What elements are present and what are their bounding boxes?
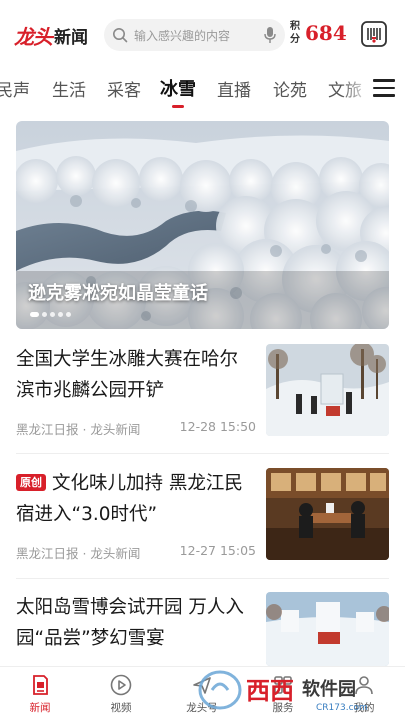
news-title: 全国大学生冰雕大赛在哈尔滨市兆麟公园开铲 xyxy=(16,344,256,406)
news-title-text: 太阳岛雪博会试开园 万人入园“品尝”梦幻雪宴 xyxy=(16,597,244,649)
news-source: 黑龙江日报 · 龙头新闻 xyxy=(16,422,141,437)
tab-shenghuo[interactable]: 生活 xyxy=(52,76,86,101)
news-meta: 黑龙江日报 · 龙头新闻 12-27 15:05 xyxy=(16,543,256,562)
search-placeholder: 输入感兴趣的内容 xyxy=(134,28,231,43)
tab-minsheng[interactable]: 民声 xyxy=(0,76,30,101)
news-time: 12-27 15:05 xyxy=(179,543,256,558)
news-time: 12-28 15:50 xyxy=(179,419,256,434)
logo-brand-mark: 龙头 xyxy=(14,24,53,49)
carousel-dot xyxy=(66,312,71,317)
nav-news[interactable]: 新闻 xyxy=(10,673,70,715)
hero-caption: 逊克雾凇宛如晶莹童话 xyxy=(28,283,208,304)
divider xyxy=(16,578,389,579)
search-input[interactable]: 输入感兴趣的内容 xyxy=(104,19,285,51)
news-title-text: 文化味儿加持 黑龙江民宿进入“3.0时代” xyxy=(16,473,243,525)
points-label: 积分 xyxy=(290,21,300,45)
tab-caike[interactable]: 采客 xyxy=(107,76,141,101)
play-icon xyxy=(110,674,132,696)
tab-bingxue[interactable]: 冰雪 xyxy=(160,75,196,101)
app-header: 龙头 新闻 输入感兴趣的内容 积分 684 xyxy=(0,0,405,68)
channel-menu-icon[interactable] xyxy=(373,79,395,99)
hero-banner[interactable]: 逊克雾凇宛如晶莹童话 xyxy=(16,121,389,329)
search-icon xyxy=(113,28,128,43)
news-thumbnail xyxy=(266,468,389,560)
news-thumbnail xyxy=(266,344,389,436)
carousel-dot xyxy=(30,312,39,317)
news-title: 太阳岛雪博会试开园 万人入园“品尝”梦幻雪宴 xyxy=(16,592,256,654)
app-logo: 龙头 新闻 xyxy=(14,20,88,50)
microphone-icon[interactable] xyxy=(263,26,277,44)
watermark-url: CR173.com xyxy=(316,703,368,712)
nav-label: 视频 xyxy=(110,702,132,714)
news-title: 原创 文化味儿加持 黑龙江民宿进入“3.0时代” xyxy=(16,468,256,530)
news-source: 黑龙江日报 · 龙头新闻 xyxy=(16,546,141,561)
tabs-fade xyxy=(341,68,371,110)
divider xyxy=(16,453,389,454)
carousel-dot xyxy=(58,312,63,317)
logo-brand-text: 新闻 xyxy=(54,27,88,48)
points-display[interactable]: 积分 684 xyxy=(290,20,347,46)
carousel-dot xyxy=(50,312,55,317)
news-icon xyxy=(33,675,48,695)
watermark-text-a: 西西 xyxy=(246,677,294,705)
nav-label: 新闻 xyxy=(29,702,51,714)
watermark-logo: 西西 软件园 CR173.com xyxy=(198,670,368,712)
tab-lunyuan[interactable]: 论苑 xyxy=(273,76,307,101)
news-meta: 黑龙江日报 · 龙头新闻 12-28 15:50 xyxy=(16,419,256,438)
carousel-indicator xyxy=(30,312,71,317)
watermark-text-b: 软件园 xyxy=(302,678,356,700)
original-badge: 原创 xyxy=(16,474,46,491)
channel-tabs: 民声 生活 采客 冰雪 直播 论苑 文旅 xyxy=(0,68,405,110)
news-item[interactable]: 原创 文化味儿加持 黑龙江民宿进入“3.0时代” 黑龙江日报 · 龙头新闻 12-… xyxy=(16,468,389,563)
news-item[interactable]: 全国大学生冰雕大赛在哈尔滨市兆麟公园开铲 黑龙江日报 · 龙头新闻 12-28 … xyxy=(16,344,389,439)
carousel-dot xyxy=(42,312,47,317)
news-title-text: 全国大学生冰雕大赛在哈尔滨市兆麟公园开铲 xyxy=(16,349,239,401)
tab-zhibo[interactable]: 直播 xyxy=(217,76,251,101)
points-value: 684 xyxy=(305,21,347,45)
active-tab-indicator xyxy=(172,105,184,108)
news-thumbnail xyxy=(266,592,389,666)
nav-video[interactable]: 视频 xyxy=(91,673,151,715)
scan-icon[interactable] xyxy=(360,20,388,48)
